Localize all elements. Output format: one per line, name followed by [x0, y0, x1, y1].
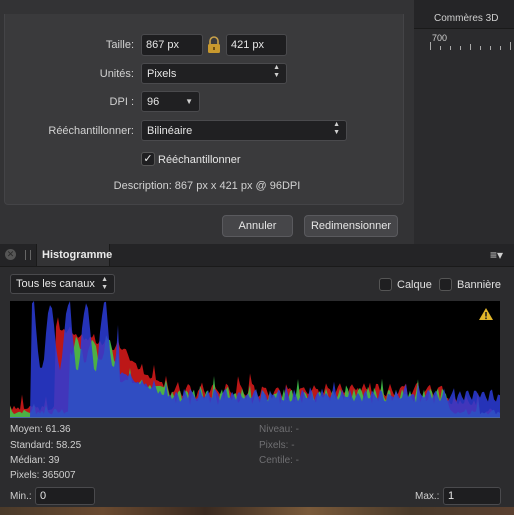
stat-std: Standard: 58.25	[10, 440, 82, 451]
layer-checkbox-label: Calque	[397, 279, 432, 291]
resize-button[interactable]: Redimensionner	[304, 215, 398, 237]
right-tabbar: Commères 3D	[414, 0, 514, 29]
histogram-blue-channel	[10, 301, 500, 417]
ruler: 700	[414, 30, 514, 50]
max-field[interactable]: 1	[443, 487, 501, 505]
min-field[interactable]: 0	[35, 487, 95, 505]
banner-checkbox[interactable]	[439, 278, 452, 291]
close-icon[interactable]: ✕	[5, 249, 16, 260]
description-text: Description: 867 px x 421 px @ 96DPI	[113, 180, 301, 192]
stat-level: Niveau: -	[259, 424, 300, 435]
histogram-header: ✕ Histogramme ≡▾	[0, 244, 514, 267]
stat-level-pixels: Pixels: -	[259, 440, 295, 451]
updown-icon: ▲ ▼	[101, 276, 108, 291]
stat-pixels: Pixels: 365007	[10, 470, 76, 481]
cancel-button[interactable]: Annuler	[222, 215, 293, 237]
channel-select-value: Tous les canaux	[16, 278, 95, 290]
histogram-graph	[10, 301, 500, 417]
dpi-label: DPI :	[109, 96, 134, 108]
histogram-chart	[10, 301, 500, 418]
units-select-value: Pixels	[147, 68, 177, 80]
histogram-title: Histogramme	[42, 249, 113, 261]
resample-select[interactable]: Bilinéaire ▲ ▼	[141, 120, 347, 141]
panel-menu-icon[interactable]: ≡▾	[490, 248, 503, 262]
tab-histogram[interactable]: Histogramme	[36, 244, 113, 266]
chevron-down-icon: ▼	[185, 97, 193, 106]
stat-mean: Moyen: 61.36	[10, 424, 71, 435]
tab-3d-gossips[interactable]: Commères 3D	[434, 13, 498, 24]
updown-icon: ▲ ▼	[273, 64, 280, 79]
units-label: Unités:	[99, 68, 134, 80]
resample-label: Rééchantillonner:	[48, 125, 134, 137]
canvas-preview-strip	[0, 507, 514, 515]
layer-checkbox[interactable]	[379, 278, 392, 291]
width-field[interactable]: 867 px	[141, 34, 203, 56]
min-label: Min.:	[10, 491, 32, 502]
updown-icon: ▲ ▼	[333, 121, 340, 136]
size-label: Taille:	[105, 39, 134, 51]
stat-percentile: Centile: -	[259, 455, 300, 466]
dpi-select[interactable]: 96 ▼	[141, 91, 200, 112]
max-label: Max.:	[415, 491, 440, 502]
resample-select-value: Bilinéaire	[147, 125, 193, 137]
units-select[interactable]: Pixels ▲ ▼	[141, 63, 287, 84]
channel-select[interactable]: Tous les canaux ▲ ▼	[10, 274, 115, 294]
banner-checkbox-label: Bannière	[457, 279, 502, 291]
resample-checkbox-label: Rééchantillonner	[158, 154, 241, 166]
height-field[interactable]: 421 px	[226, 34, 287, 56]
warning-icon[interactable]	[478, 307, 494, 321]
lock-icon[interactable]	[206, 36, 222, 54]
stat-median: Médian: 39	[10, 455, 60, 466]
grip-icon[interactable]	[25, 250, 31, 260]
dpi-select-value: 96	[147, 96, 160, 108]
resample-checkbox[interactable]: ✓	[141, 152, 155, 166]
